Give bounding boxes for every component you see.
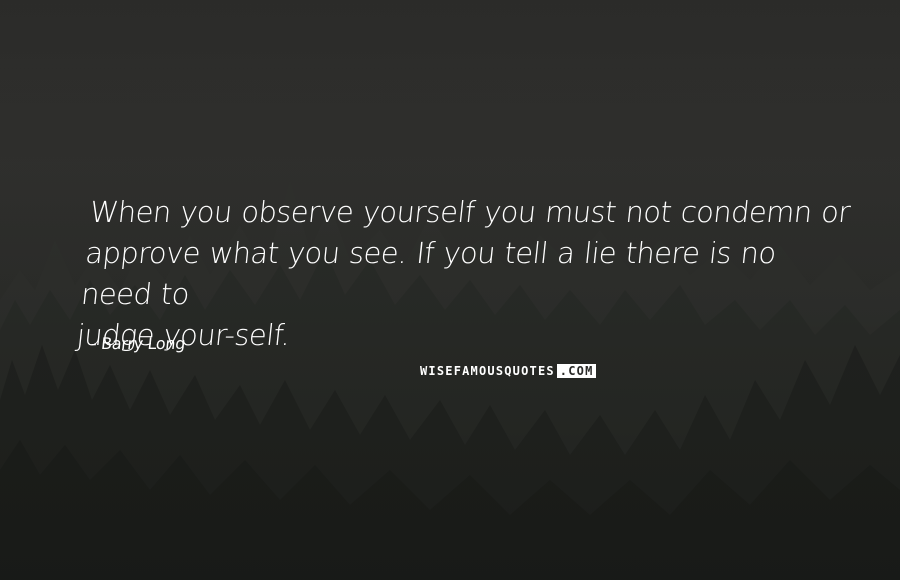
quote-image: When you observe yourself you must not c…: [0, 0, 900, 580]
quote-line: approve what you see. If you tell a lie …: [79, 236, 778, 311]
quote-text: When you observe yourself you must not c…: [75, 192, 852, 356]
watermark-tld: .COM: [556, 364, 596, 378]
quote-line: When you observe yourself you must not c…: [88, 195, 852, 229]
quote-author: - Barry Long: [90, 334, 187, 353]
watermark-text: WISEFAMOUSQUOTES: [420, 364, 555, 378]
site-watermark: WISEFAMOUSQUOTES .COM: [420, 363, 620, 379]
